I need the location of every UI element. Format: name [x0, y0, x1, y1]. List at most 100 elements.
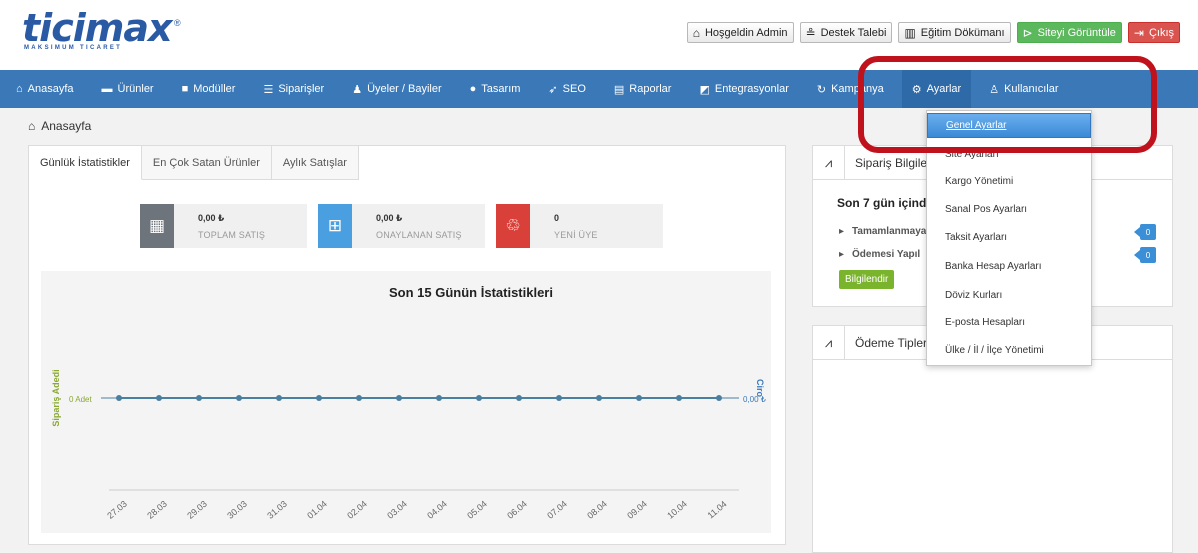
- x-tick-label: 04.04: [425, 499, 449, 521]
- breadcrumb-label[interactable]: Anasayfa: [41, 119, 91, 133]
- training-label: Eğitim Dökümanı: [920, 26, 1005, 39]
- menu-item-site-ayarlari[interactable]: Site Ayarları: [945, 149, 999, 160]
- nav-label: SEO: [562, 83, 586, 95]
- data-point: [596, 395, 602, 401]
- nav-label: Siparişler: [278, 83, 325, 95]
- welcome-label: Hoşgeldin Admin: [704, 26, 788, 39]
- right-axis-label: Ciro: [755, 379, 765, 398]
- box-icon: ■: [181, 83, 189, 95]
- nav-item-seo[interactable]: ➶ SEO: [548, 70, 585, 108]
- order-line-label: Tamamlanmaya: [852, 226, 927, 237]
- inform-button[interactable]: Bilgilendir: [839, 270, 895, 289]
- support-ticket-button[interactable]: ≗ Destek Talebi: [799, 22, 893, 43]
- stat-new-members: ♲ 0 YENİ ÜYE: [496, 204, 663, 248]
- view-site-button[interactable]: ⊳ Siteyi Görüntüle: [1016, 22, 1122, 43]
- stat-value: 0: [554, 213, 560, 223]
- x-tick-label: 01.04: [305, 499, 329, 521]
- menu-item-kargo-yonetimi[interactable]: Kargo Yönetimi: [945, 176, 1013, 187]
- data-point: [396, 395, 402, 401]
- nav-label: Raporlar: [629, 83, 672, 95]
- x-tick-label: 07.04: [545, 499, 569, 521]
- x-tick-label: 03.04: [385, 499, 409, 521]
- top-button-group: ⌂ Hoşgeldin Admin ≗ Destek Talebi ▥ Eğit…: [686, 22, 1180, 43]
- home-icon: ⌂: [28, 119, 36, 133]
- nav-item-moduller[interactable]: ■ Modüller: [182, 70, 236, 108]
- rocket-icon: ➶: [548, 83, 558, 96]
- order-line-label: Ödemesi Yapıl: [852, 249, 921, 260]
- data-point: [156, 395, 162, 401]
- statistics-panel: Günlük İstatistikler En Çok Satan Ürünle…: [28, 145, 786, 545]
- data-point: [276, 395, 282, 401]
- report-icon: ▤: [613, 83, 625, 96]
- data-point: [516, 395, 522, 401]
- nav-item-urunler[interactable]: ▬ Ürünler: [102, 70, 154, 108]
- panel-subtitle: Son 7 gün içind: [837, 196, 927, 210]
- nav-item-kampanya[interactable]: ↻ Kampanya: [817, 70, 884, 108]
- view-site-label: Siteyi Görüntüle: [1037, 26, 1116, 39]
- stats-tabs: Günlük İstatistikler En Çok Satan Ürünle…: [29, 146, 359, 180]
- x-tick-label: 09.04: [625, 499, 649, 521]
- ticimax-logo[interactable]: ticimax ® MAKSIMUM TICARET: [22, 6, 192, 60]
- stat-label: YENİ ÜYE: [554, 230, 598, 240]
- welcome-admin-button[interactable]: ⌂ Hoşgeldin Admin: [686, 22, 794, 43]
- count-badge: 0: [1134, 224, 1156, 240]
- chart-title: Son 15 Günün İstatistikleri: [389, 285, 553, 300]
- nav-item-tasarim[interactable]: ● Tasarım: [470, 70, 521, 108]
- calculator-icon: ▦: [140, 204, 174, 248]
- users-icon: ♟: [352, 83, 363, 96]
- nav-item-entegrasyonlar[interactable]: ◩ Entegrasyonlar: [699, 70, 788, 108]
- x-tick-label: 08.04: [585, 499, 609, 521]
- logout-button[interactable]: ⇥ Çıkış: [1127, 22, 1180, 43]
- menu-item-sanal-pos[interactable]: Sanal Pos Ayarları: [945, 204, 1027, 215]
- support-icon: ≗: [805, 25, 816, 40]
- folder-icon: ▬: [101, 83, 113, 95]
- menu-item-banka-hesap[interactable]: Banka Hesap Ayarları: [945, 261, 1042, 272]
- nav-item-ayarlar[interactable]: ⚙ Ayarlar: [901, 70, 972, 108]
- menu-item-doviz-kurlari[interactable]: Döviz Kurları: [945, 290, 1002, 301]
- nav-item-kullanicilar[interactable]: ♙ Kullanıcılar: [989, 70, 1058, 108]
- data-point: [636, 395, 642, 401]
- x-tick-label: 06.04: [505, 499, 529, 521]
- nav-label: Kullanıcılar: [1004, 83, 1059, 95]
- nav-label: Ayarlar: [926, 83, 962, 95]
- data-point: [476, 395, 482, 401]
- list-icon: ☰: [263, 83, 274, 96]
- calculator-grid-icon: ⊞: [318, 204, 352, 248]
- stat-value: 0,00 ₺: [198, 213, 225, 223]
- menu-item-eposta-hesaplari[interactable]: E-posta Hesapları: [945, 317, 1025, 328]
- add-user-icon: ♲: [496, 204, 530, 248]
- training-doc-button[interactable]: ▥ Eğitim Dökümanı: [898, 22, 1011, 43]
- stat-total-sales: ▦ 0,00 ₺ TOPLAM SATIŞ: [140, 204, 307, 248]
- line-chart-icon: ⩘: [813, 145, 845, 180]
- nav-label: Anasayfa: [27, 83, 74, 95]
- data-point: [356, 395, 362, 401]
- caret-right-icon: ▸: [839, 249, 845, 260]
- data-point: [316, 395, 322, 401]
- nav-item-raporlar[interactable]: ▤ Raporlar: [614, 70, 672, 108]
- tab-aylik-satislar[interactable]: Aylık Satışlar: [271, 146, 359, 180]
- logout-icon: ⇥: [1133, 25, 1144, 40]
- nav-item-anasayfa[interactable]: ⌂ Anasayfa: [16, 70, 74, 108]
- order-line-completed[interactable]: ▸ Tamamlanmaya: [839, 226, 926, 237]
- tab-en-cok-satan[interactable]: En Çok Satan Ürünler: [141, 146, 272, 180]
- order-line-payment[interactable]: ▸ Ödemesi Yapıl: [839, 249, 920, 260]
- menu-item-taksit-ayarlari[interactable]: Taksit Ayarları: [945, 232, 1007, 243]
- books-icon: ▥: [904, 25, 916, 40]
- x-tick-label: 11.04: [705, 499, 728, 521]
- breadcrumb: ⌂ Anasayfa: [28, 119, 91, 133]
- line-chart-icon: ⩘: [813, 325, 845, 360]
- nav-label: Ürünler: [117, 83, 154, 95]
- nav-label: Kampanya: [831, 83, 884, 95]
- menu-item-ulke-il-ilce[interactable]: Ülke / İl / İlçe Yönetimi: [945, 345, 1044, 356]
- x-tick-label: 27.03: [105, 499, 129, 521]
- panel-title: Sipariş Bilgile: [855, 155, 928, 170]
- stat-value: 0,00 ₺: [376, 213, 403, 223]
- menu-item-genel-ayarlar[interactable]: Genel Ayarlar: [927, 113, 1091, 138]
- stat-label: TOPLAM SATIŞ: [198, 230, 266, 240]
- palette-icon: ●: [469, 83, 477, 95]
- tab-gunluk-istatistikler[interactable]: Günlük İstatistikler: [29, 146, 142, 180]
- nav-item-siparisler[interactable]: ☰ Siparişler: [263, 70, 324, 108]
- header: ticimax ® MAKSIMUM TICARET ⌂ Hoşgeldin A…: [0, 0, 1198, 68]
- nav-item-uyeler[interactable]: ♟ Üyeler / Bayiler: [352, 70, 441, 108]
- left-tick-label: 0 Adet: [69, 395, 92, 404]
